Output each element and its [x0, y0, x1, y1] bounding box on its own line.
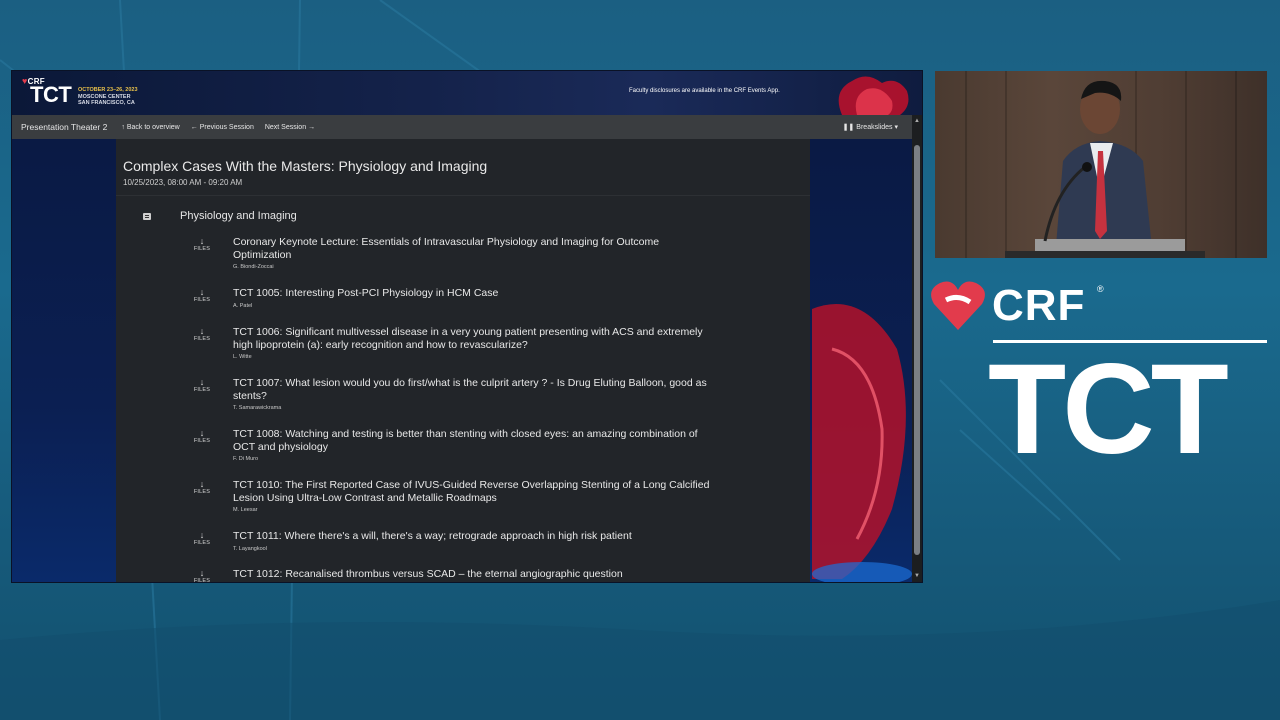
- session-date: 10/25/2023, 08:00 AM - 09:20 AM: [123, 178, 243, 187]
- registered-mark: ®: [1097, 284, 1104, 294]
- next-session-link[interactable]: Next Session →: [265, 124, 315, 131]
- scroll-down-arrow-icon[interactable]: ▼: [914, 572, 920, 580]
- shared-screen: ♥CRF TCT OCTOBER 23–26, 2023 MOSCONE CEN…: [12, 71, 922, 582]
- caret-down-icon: ▾: [894, 124, 898, 131]
- files-download[interactable]: ↓ FILES: [189, 287, 215, 303]
- files-download[interactable]: ↓ FILES: [189, 428, 215, 444]
- item-author: M. Leesar: [233, 507, 258, 513]
- arrow-left-icon: ←: [190, 123, 198, 131]
- navigation-bar: Presentation Theater 2 ↑ Back to overview…: [12, 115, 912, 139]
- item-title[interactable]: TCT 1007: What lesion would you do first…: [233, 377, 707, 402]
- session-title: Complex Cases With the Masters: Physiolo…: [123, 158, 488, 174]
- download-icon: ↓: [199, 530, 205, 540]
- download-icon: ↓: [199, 287, 205, 297]
- files-download[interactable]: ↓ FILES: [189, 377, 215, 393]
- item-author: G. Biondi-Zoccai: [233, 264, 274, 270]
- download-icon: ↓: [199, 377, 205, 387]
- scroll-up-arrow-icon[interactable]: ▲: [914, 117, 920, 125]
- download-icon: ↓: [199, 568, 205, 578]
- tct-mini-logo: TCT: [30, 82, 72, 107]
- scrollbar[interactable]: ▲ ▼: [912, 115, 922, 582]
- speaker-video: [935, 71, 1267, 258]
- item-title[interactable]: TCT 1010: The First Reported Case of IVU…: [233, 479, 709, 504]
- download-icon: ↓: [199, 479, 205, 489]
- content-area: Complex Cases With the Masters: Physiolo…: [12, 139, 912, 582]
- section-header: Physiology and Imaging: [143, 210, 297, 222]
- item-title[interactable]: TCT 1012: Recanalised thrombus versus SC…: [233, 568, 623, 580]
- download-icon: ↓: [199, 428, 205, 438]
- heart-artwork: [838, 76, 909, 115]
- session-panel: Complex Cases With the Masters: Physiolo…: [116, 139, 810, 582]
- event-city: SAN FRANCISCO, CA: [78, 100, 135, 106]
- scrollbar-thumb[interactable]: [914, 145, 920, 555]
- files-download[interactable]: ↓ FILES: [189, 479, 215, 495]
- arrow-right-icon: →: [308, 123, 316, 131]
- files-download[interactable]: ↓ FILES: [189, 326, 215, 342]
- item-title[interactable]: TCT 1011: Where there's a will, there's …: [233, 530, 632, 542]
- crf-wordmark: CRF: [992, 281, 1086, 330]
- item-title[interactable]: TCT 1006: Significant multivessel diseas…: [233, 326, 703, 351]
- list-icon: [143, 212, 151, 220]
- files-download[interactable]: ↓ FILES: [189, 530, 215, 546]
- crf-tct-logo: CRF ® TCT: [930, 280, 1270, 480]
- files-download[interactable]: ↓ FILES: [189, 568, 215, 582]
- item-author: T. Samarawickrama: [233, 405, 282, 411]
- item-title[interactable]: Coronary Keynote Lecture: Essentials of …: [233, 236, 659, 261]
- breakslides-dropdown[interactable]: ❚❚ Breakslides ▾: [842, 123, 898, 132]
- event-banner: ♥CRF TCT OCTOBER 23–26, 2023 MOSCONE CEN…: [12, 71, 922, 115]
- item-author: T. Layangkool: [233, 545, 267, 552]
- disclosure-text: Faculty disclosures are available in the…: [629, 88, 780, 94]
- download-icon: ↓: [199, 326, 205, 336]
- theater-title: Presentation Theater 2: [21, 122, 108, 132]
- divider: [116, 195, 810, 196]
- pause-icon: ❚❚: [842, 124, 855, 131]
- section-label: Physiology and Imaging: [180, 210, 297, 222]
- tct-wordmark: TCT: [988, 338, 1229, 481]
- speaker-figure: [1005, 80, 1205, 258]
- event-dates: OCTOBER 23–26, 2023: [78, 87, 138, 93]
- download-icon: ↓: [199, 236, 205, 246]
- files-download[interactable]: ↓ FILES: [189, 236, 215, 252]
- event-info: OCTOBER 23–26, 2023 MOSCONE CENTER SAN F…: [78, 87, 138, 107]
- heart-illustration: [812, 304, 912, 582]
- item-author: F. Di Muro: [233, 456, 259, 462]
- item-title[interactable]: TCT 1005: Interesting Post-PCI Physiolog…: [233, 287, 498, 299]
- item-author: A. Patel: [233, 302, 253, 309]
- arrow-up-icon: ↑: [121, 123, 125, 131]
- crf-heart-icon: [931, 281, 985, 330]
- previous-session-link[interactable]: ← Previous Session: [191, 124, 254, 131]
- item-author: L. Witte: [233, 354, 252, 360]
- item-title[interactable]: TCT 1008: Watching and testing is better…: [233, 428, 698, 453]
- back-to-overview-link[interactable]: ↑ Back to overview: [121, 124, 179, 131]
